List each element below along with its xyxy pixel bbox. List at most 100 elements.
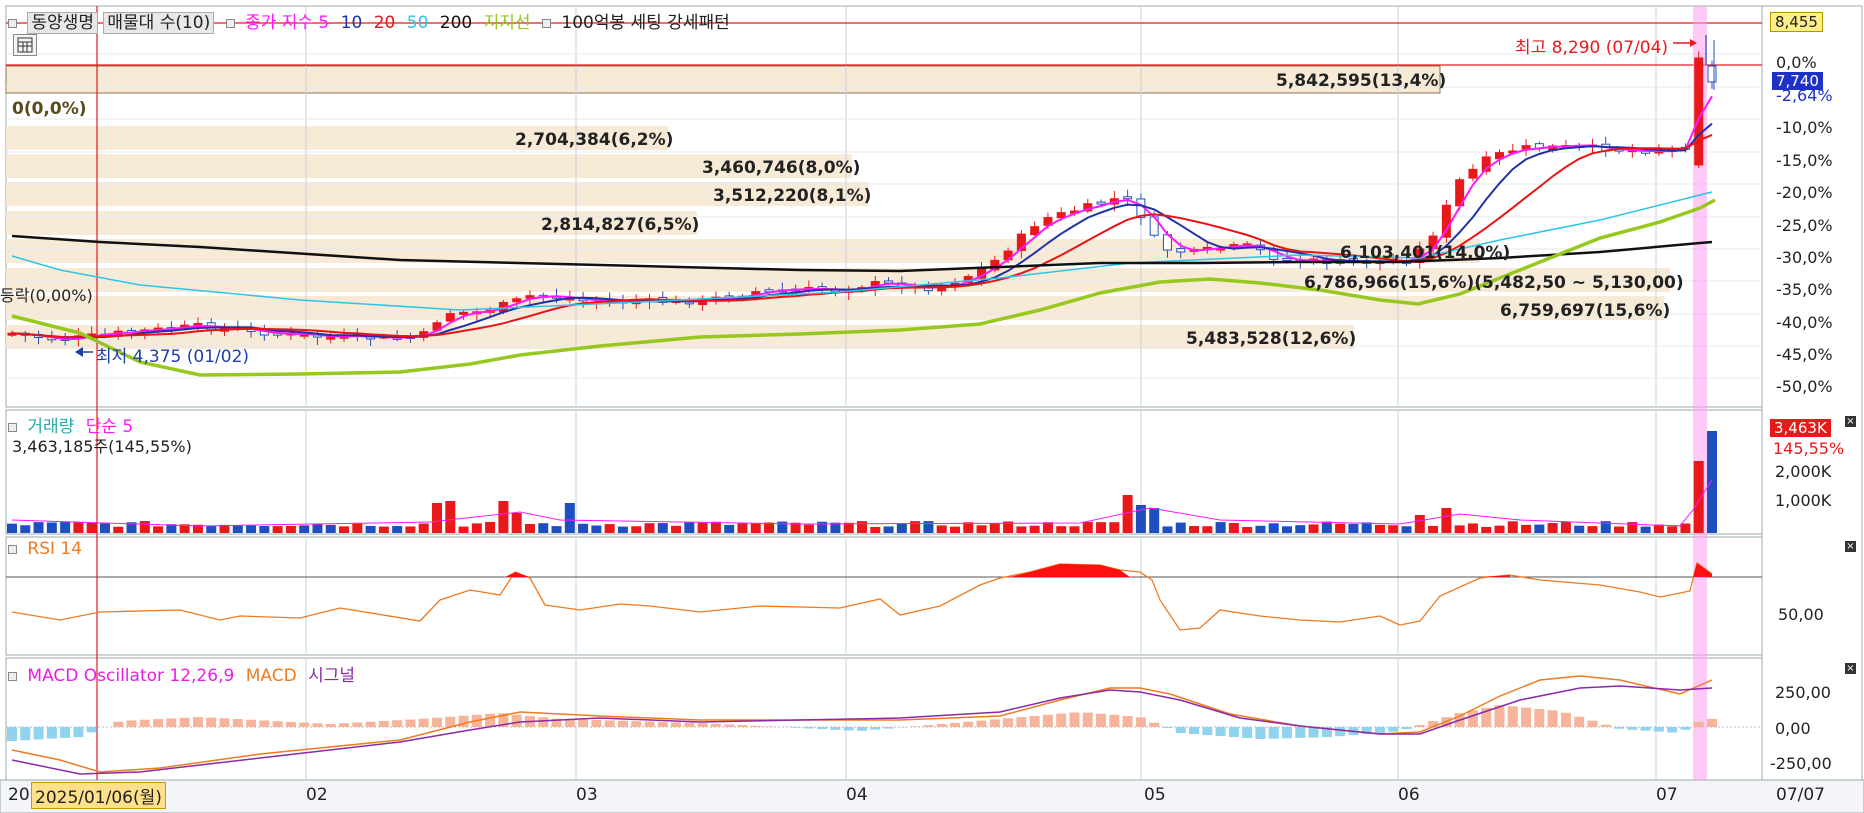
macd-oscillator-bar xyxy=(710,723,721,727)
volume-bar xyxy=(949,526,960,533)
left-partial-label: 등락(0,00%) xyxy=(0,286,93,305)
volume-bar xyxy=(471,523,482,533)
volume-bar xyxy=(1242,526,1253,533)
macd-oscillator-bar xyxy=(1029,715,1040,727)
macd-oscillator-bar xyxy=(1228,727,1239,738)
volume-tag-pct: 145,55% xyxy=(1773,439,1845,458)
macd-oscillator-bar xyxy=(910,726,921,727)
volume-bar xyxy=(99,523,110,533)
volume-bar xyxy=(1096,522,1107,533)
volume-bar xyxy=(936,525,947,533)
x-month-05: 05 xyxy=(1144,785,1166,805)
macd-oscillator-bar xyxy=(1016,717,1027,727)
volume-bar xyxy=(1467,523,1478,533)
close-icon[interactable]: × xyxy=(1845,541,1856,552)
macd-oscillator-bar xyxy=(1401,727,1412,730)
volume-bar xyxy=(1401,526,1412,533)
candle xyxy=(1694,57,1704,166)
volume-bar xyxy=(1016,526,1027,533)
macd-oscillator-bar xyxy=(1574,716,1585,727)
volume-bar xyxy=(1348,523,1359,533)
ma-checkbox[interactable] xyxy=(225,18,235,28)
macd-oscillator-bar xyxy=(1521,707,1532,727)
volume-bar xyxy=(1414,515,1425,533)
macd-oscillator-bar xyxy=(1653,727,1664,732)
x-axis-area xyxy=(0,779,1864,813)
volume-bar xyxy=(485,521,496,533)
macd-oscillator-bar xyxy=(684,722,695,727)
candle xyxy=(1282,257,1292,261)
pct-tick: -15,0% xyxy=(1776,151,1833,170)
close-icon[interactable]: × xyxy=(1845,416,1856,427)
macd-oscillator-bar xyxy=(312,723,323,727)
volume-bar xyxy=(976,525,987,533)
volume-bar xyxy=(285,525,296,533)
calculator-icon[interactable] xyxy=(13,34,37,56)
macd-oscillator-bar xyxy=(511,714,522,727)
candle xyxy=(459,311,469,315)
volume-bar xyxy=(405,526,416,533)
x-axis-right-label: 07/07 xyxy=(1776,785,1825,805)
volume-bar xyxy=(1282,526,1292,533)
macd-tick-1: 0,00 xyxy=(1775,719,1811,738)
macd-label: MACD xyxy=(245,666,297,686)
macd-legend: MACD Oscillator 12,26,9 MACD 시그널 xyxy=(8,661,355,686)
volume-bar xyxy=(724,524,735,533)
volume-bar xyxy=(564,503,575,533)
pattern-checkbox[interactable] xyxy=(541,18,551,28)
macd-oscillator-bar xyxy=(285,721,296,727)
volume-bar xyxy=(697,522,708,533)
volume-bar xyxy=(7,523,17,533)
macd-oscillator-bar xyxy=(325,723,336,727)
macd-checkbox[interactable] xyxy=(8,671,17,681)
macd-oscillator-bar xyxy=(232,719,243,727)
x-axis-first-partial: 20 xyxy=(8,785,30,805)
volume-profile-bar xyxy=(6,66,1440,93)
volume-bar xyxy=(1255,525,1266,533)
macd-oscillator-bar xyxy=(392,720,403,727)
volume-bar xyxy=(339,526,350,533)
macd-oscillator-bar xyxy=(724,724,735,727)
legend-checkbox[interactable] xyxy=(8,18,17,28)
volume-bar xyxy=(139,521,150,533)
macd-oscillator-bar xyxy=(46,727,57,739)
volume-bar xyxy=(1215,522,1226,533)
volume-bar xyxy=(1428,525,1439,533)
macd-oscillator-bar xyxy=(432,717,442,727)
vp-label-8: 5,483,528(12,6%) xyxy=(1186,329,1357,349)
volume-bar xyxy=(1335,523,1346,533)
pct-tick: -30,0% xyxy=(1776,248,1833,267)
x-month-04: 04 xyxy=(846,785,868,805)
volume-bar xyxy=(1560,521,1571,533)
macd-oscillator-bar xyxy=(7,727,17,741)
macd-oscillator-bar xyxy=(1374,727,1385,734)
macd-tick-0: 250,00 xyxy=(1775,683,1831,702)
macd-oscillator-bar xyxy=(299,722,310,727)
macd-oscillator-bar xyxy=(378,721,389,727)
macd-oscillator-bar xyxy=(1042,714,1053,727)
pct-tick: -35,0% xyxy=(1776,280,1833,299)
volume-bar xyxy=(378,526,389,533)
volume-bar xyxy=(1082,521,1093,533)
rsi-checkbox[interactable] xyxy=(8,544,17,554)
close-icon[interactable]: × xyxy=(1845,663,1856,674)
volume-bar xyxy=(418,523,429,533)
volume-bar xyxy=(33,522,44,533)
volume-bar xyxy=(1547,523,1558,533)
x-month-07: 07 xyxy=(1656,785,1678,805)
macd-oscillator-bar xyxy=(578,719,589,727)
volume-bar xyxy=(1109,522,1120,533)
macd-oscillator-bar xyxy=(1680,727,1691,730)
volume-bar xyxy=(989,523,1000,533)
volume-tick-0: 2,000K xyxy=(1775,462,1832,481)
volume-bar xyxy=(1056,526,1067,533)
macd-oscillator-bar xyxy=(883,727,894,729)
volume-bar xyxy=(1441,508,1452,533)
pct-tick: -40,0% xyxy=(1776,313,1833,332)
macd-oscillator-bar xyxy=(817,727,828,730)
volume-bar xyxy=(910,521,921,533)
macd-oscillator-bar xyxy=(1255,727,1266,739)
vp-label-2: 3,460,746(8,0%) xyxy=(702,158,861,178)
candle xyxy=(1468,168,1478,179)
volume-checkbox[interactable] xyxy=(8,422,17,432)
